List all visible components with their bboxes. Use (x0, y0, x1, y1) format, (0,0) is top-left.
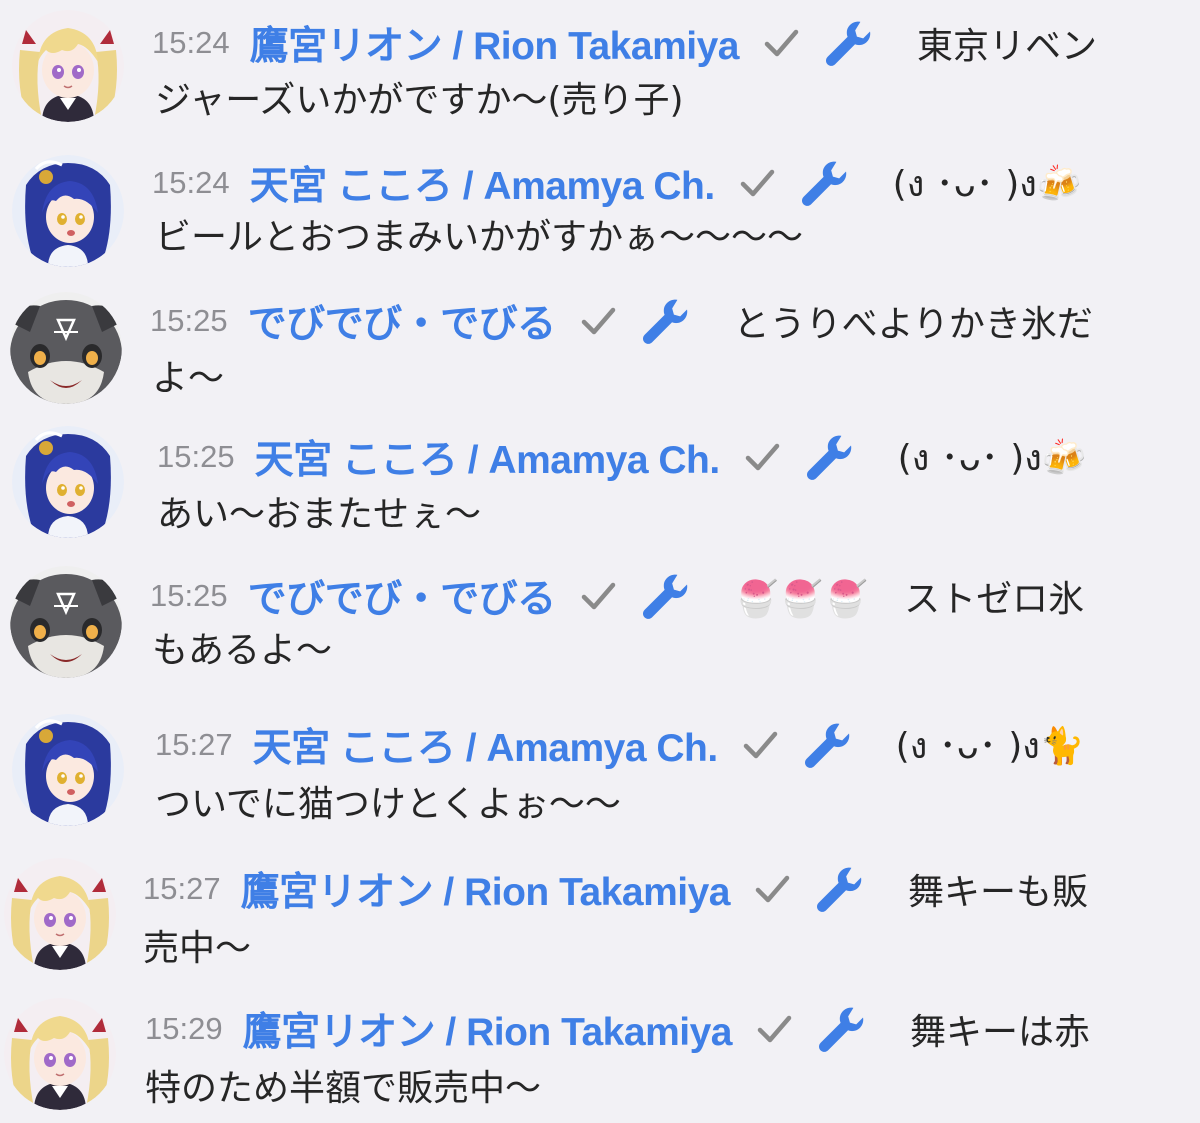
author-name[interactable]: 鷹宮リオン / Rion Takamiya (250, 15, 740, 71)
avatar[interactable] (12, 155, 124, 267)
message-text: (ง ･ᴗ･ )ง🍻 (892, 163, 1082, 205)
message-header: 15:24 鷹宮リオン / Rion Takamiya 東京リベン (152, 18, 1097, 68)
message-text-continued: あい〜おまたせぇ〜 (157, 494, 482, 535)
wrench-icon (814, 863, 866, 915)
message-text: 舞キーは赤 (909, 1012, 1090, 1053)
author-name[interactable]: でびでび・でびる (248, 568, 557, 624)
message-text-continued: よ〜 (152, 358, 225, 399)
chat-message[interactable]: 15:25 天宮 こころ / Amamya Ch. (ง ･ᴗ･ )ง🍻 あい〜… (0, 420, 1200, 560)
check-icon (578, 301, 618, 341)
message-time: 15:29 (145, 1011, 223, 1046)
message-time: 15:25 (150, 303, 228, 338)
message-header: 15:24 天宮 こころ / Amamya Ch. (ง ･ᴗ･ )ง🍻 (152, 158, 1082, 208)
message-header: 15:25 でびでび・でびる 🍧🍧🍧 ストゼロ氷 (150, 571, 1084, 621)
message-header: 15:27 鷹宮リオン / Rion Takamiya 舞キーも販 (143, 864, 1088, 914)
message-time: 15:27 (143, 871, 221, 906)
author-name[interactable]: 鷹宮リオン / Rion Takamiya (241, 861, 731, 917)
check-icon (761, 23, 801, 63)
wrench-icon (640, 295, 692, 347)
message-text: 🍧🍧🍧 ストゼロ氷 (733, 579, 1085, 620)
check-icon (737, 163, 777, 203)
author-name[interactable]: 鷹宮リオン / Rion Takamiya (243, 1001, 733, 1057)
message-time: 15:25 (157, 439, 235, 474)
message-header: 15:27 天宮 こころ / Amamya Ch. (ง ･ᴗ･ )ง🐈 (155, 720, 1085, 770)
message-header: 15:25 でびでび・でびる とうりべよりかき氷だ (150, 296, 1093, 346)
wrench-icon (823, 17, 875, 69)
check-icon (742, 437, 782, 477)
message-text: (ง ･ᴗ･ )ง🍻 (897, 437, 1087, 479)
avatar[interactable] (12, 426, 124, 538)
chat-message[interactable]: 15:27 天宮 こころ / Amamya Ch. (ง ･ᴗ･ )ง🐈 ついで… (0, 708, 1200, 848)
message-text-continued: ついでに猫つけとくよぉ〜〜 (155, 784, 621, 825)
wrench-icon (799, 157, 851, 209)
message-time: 15:25 (150, 578, 228, 613)
chat-message[interactable]: 15:25 でびでび・でびる 🍧🍧🍧 ストゼロ氷 もあるよ〜 (0, 558, 1200, 698)
message-text-continued: ビールとおつまみいかがすかぁ〜〜〜〜 (155, 217, 804, 258)
author-name[interactable]: 天宮 こころ / Amamya Ch. (255, 429, 721, 485)
message-text-continued: 特のため半額で販売中〜 (145, 1068, 542, 1109)
avatar[interactable] (10, 566, 122, 678)
chat-message[interactable]: 15:24 鷹宮リオン / Rion Takamiya 東京リベン ジャーズいか… (0, 0, 1200, 140)
message-text: とうりべよりかき氷だ (733, 304, 1093, 345)
check-icon (740, 725, 780, 765)
message-time: 15:27 (155, 727, 233, 762)
avatar[interactable] (4, 998, 116, 1110)
chat-feed: 15:24 鷹宮リオン / Rion Takamiya 東京リベン ジャーズいか… (0, 0, 1200, 1123)
chat-message[interactable]: 15:24 天宮 こころ / Amamya Ch. (ง ･ᴗ･ )ง🍻 ビール… (0, 145, 1200, 285)
chat-message[interactable]: 15:25 でびでび・でびる とうりべよりかき氷だ よ〜 (0, 284, 1200, 424)
message-text-continued: ジャーズいかがですか〜(売り子) (155, 80, 684, 121)
message-text-continued: もあるよ〜 (152, 630, 333, 671)
wrench-icon (802, 719, 854, 771)
wrench-icon (640, 570, 692, 622)
message-time: 15:24 (152, 165, 230, 200)
message-text: 舞キーも販 (907, 872, 1088, 913)
avatar[interactable] (10, 292, 122, 404)
check-icon (752, 869, 792, 909)
message-header: 15:29 鷹宮リオン / Rion Takamiya 舞キーは赤 (145, 1004, 1090, 1054)
avatar[interactable] (4, 858, 116, 970)
check-icon (578, 576, 618, 616)
author-name[interactable]: 天宮 こころ / Amamya Ch. (253, 717, 719, 773)
message-text: 東京リベン (916, 26, 1097, 67)
check-icon (754, 1009, 794, 1049)
wrench-icon (816, 1003, 868, 1055)
message-time: 15:24 (152, 25, 230, 60)
message-text: (ง ･ᴗ･ )ง🐈 (895, 725, 1085, 767)
author-name[interactable]: でびでび・でびる (248, 293, 557, 349)
chat-message[interactable]: 15:29 鷹宮リオン / Rion Takamiya 舞キーは赤 特のため半額… (0, 994, 1200, 1123)
avatar[interactable] (12, 10, 124, 122)
chat-message[interactable]: 15:27 鷹宮リオン / Rion Takamiya 舞キーも販 売中〜 (0, 854, 1200, 994)
avatar[interactable] (12, 714, 124, 826)
message-header: 15:25 天宮 こころ / Amamya Ch. (ง ･ᴗ･ )ง🍻 (157, 432, 1087, 482)
message-text-continued: 売中〜 (143, 928, 252, 969)
author-name[interactable]: 天宮 こころ / Amamya Ch. (250, 155, 716, 211)
wrench-icon (804, 431, 856, 483)
